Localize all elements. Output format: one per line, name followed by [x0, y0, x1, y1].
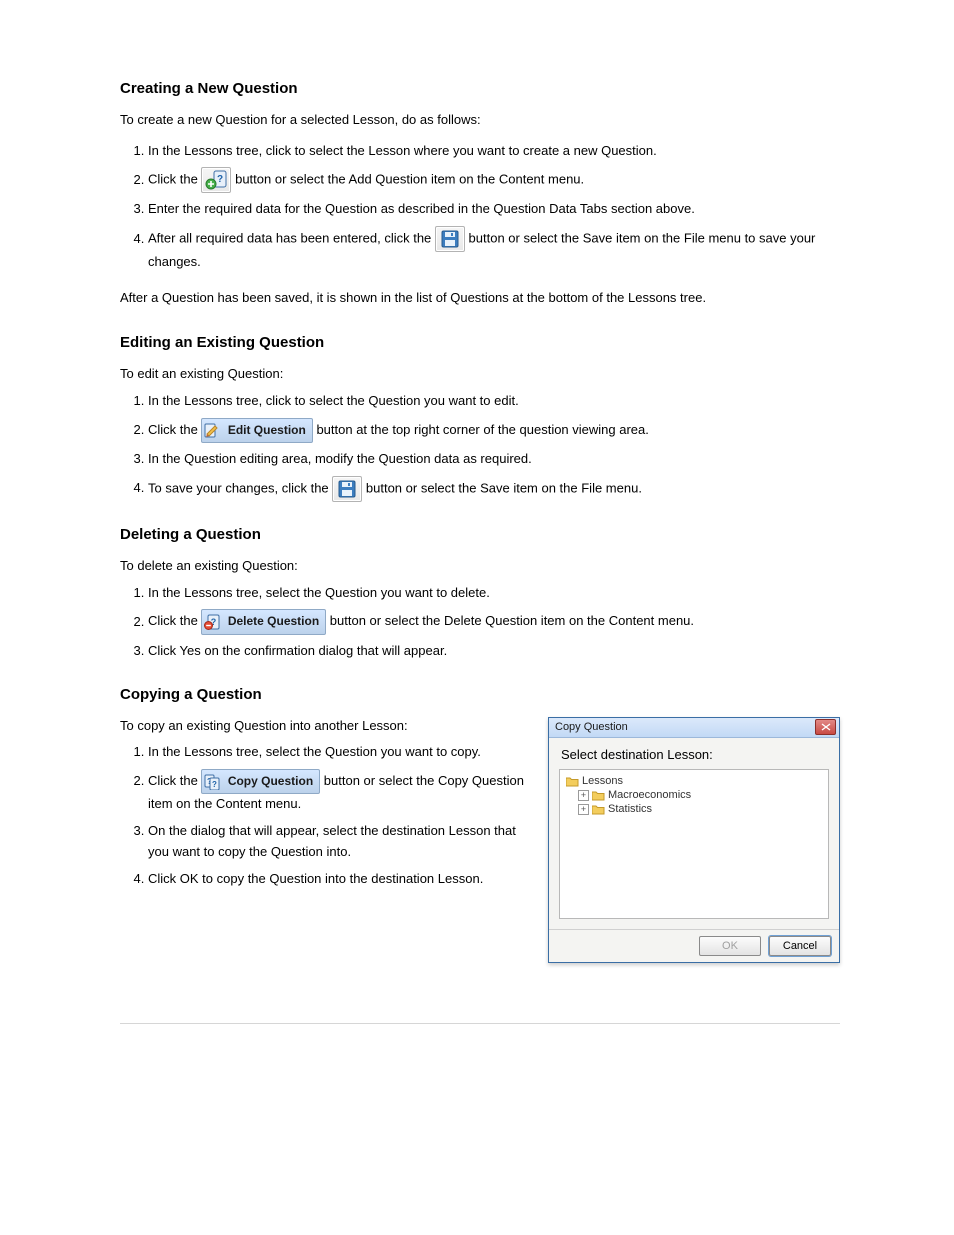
- intro-edit: To edit an existing Question:: [120, 365, 840, 383]
- list-item: On the dialog that will appear, select t…: [148, 821, 530, 863]
- expand-icon[interactable]: +: [578, 790, 589, 801]
- copy-question-icon: ? ?: [204, 774, 220, 790]
- note-create: After a Question has been saved, it is s…: [120, 289, 840, 307]
- dialog-cancel-button[interactable]: Cancel: [769, 936, 831, 956]
- list-item: Click the ? ? Copy Question butt: [148, 769, 530, 815]
- steps-edit: In the Lessons tree, click to select the…: [120, 391, 840, 502]
- tree-label: Statistics: [608, 803, 652, 815]
- dialog-ok-button[interactable]: OK: [699, 936, 761, 956]
- list-item: In the Lessons tree, select the Question…: [148, 583, 840, 604]
- tree-item[interactable]: + Statistics: [566, 802, 822, 816]
- delete-question-button-label: Delete Question: [228, 615, 319, 629]
- text: button or select the Add Question item o…: [235, 172, 584, 187]
- heading-create: Creating a New Question: [120, 80, 840, 97]
- list-item: Click the Edit Question button at the to…: [148, 418, 840, 443]
- dialog-titlebar: Copy Question: [549, 718, 839, 738]
- list-item: After all required data has been entered…: [148, 226, 840, 273]
- svg-text:?: ?: [217, 174, 223, 185]
- lesson-tree[interactable]: Lessons + Macroeconomics +: [559, 769, 829, 919]
- edit-question-button-label: Edit Question: [228, 423, 306, 437]
- heading-delete: Deleting a Question: [120, 526, 840, 543]
- delete-question-icon: ?: [204, 614, 220, 630]
- tree-label: Macroeconomics: [608, 789, 691, 801]
- list-item: Enter the required data for the Question…: [148, 199, 840, 220]
- list-item: In the Lessons tree, select the Question…: [148, 742, 530, 763]
- dialog-title: Copy Question: [555, 721, 628, 733]
- svg-text:?: ?: [213, 780, 218, 789]
- list-item: Click Yes on the confirmation dialog tha…: [148, 641, 840, 662]
- list-item: Click the ? Delete Question button or se…: [148, 609, 840, 634]
- steps-copy: In the Lessons tree, select the Question…: [120, 742, 530, 889]
- dialog-prompt: Select destination Lesson:: [561, 746, 829, 764]
- save-icon[interactable]: [435, 226, 465, 252]
- intro-create: To create a new Question for a selected …: [120, 111, 840, 129]
- text: After all required data has been entered…: [148, 231, 435, 246]
- heading-edit: Editing an Existing Question: [120, 334, 840, 351]
- list-item: In the Lessons tree, click to select the…: [148, 391, 840, 412]
- copy-question-button[interactable]: ? ? Copy Question: [201, 769, 320, 794]
- intro-copy: To copy an existing Question into anothe…: [120, 717, 530, 735]
- divider: [120, 1023, 840, 1024]
- intro-delete: To delete an existing Question:: [120, 557, 840, 575]
- save-icon[interactable]: [332, 476, 362, 502]
- text: Click the: [148, 773, 201, 788]
- expand-icon[interactable]: +: [578, 804, 589, 815]
- list-item: Click OK to copy the Question into the d…: [148, 869, 530, 890]
- list-item: In the Lessons tree, click to select the…: [148, 141, 840, 162]
- heading-copy: Copying a Question: [120, 686, 840, 703]
- list-item: In the Question editing area, modify the…: [148, 449, 840, 470]
- steps-delete: In the Lessons tree, select the Question…: [120, 583, 840, 662]
- text: Click the: [148, 614, 201, 629]
- folder-icon: [592, 790, 605, 801]
- list-item: Click the ? button or select the Add Que…: [148, 167, 840, 193]
- text: Click the: [148, 422, 201, 437]
- tree-label: Lessons: [582, 775, 623, 787]
- text: Click the: [148, 172, 201, 187]
- dialog-close-button[interactable]: [815, 719, 836, 735]
- add-question-icon[interactable]: ?: [201, 167, 231, 193]
- text: To save your changes, click the: [148, 480, 332, 495]
- steps-create: In the Lessons tree, click to select the…: [120, 141, 840, 273]
- list-item: To save your changes, click the button o…: [148, 476, 840, 502]
- tree-item[interactable]: + Macroeconomics: [566, 788, 822, 802]
- text: button at the top right corner of the qu…: [316, 422, 648, 437]
- edit-question-icon: [204, 423, 220, 439]
- text: button or select the Save item on the Fi…: [366, 480, 642, 495]
- close-icon: [821, 723, 831, 731]
- copy-question-dialog: Copy Question Select destination Lesson:: [548, 717, 840, 964]
- delete-question-button[interactable]: ? Delete Question: [201, 609, 326, 634]
- copy-question-button-label: Copy Question: [228, 774, 313, 788]
- folder-icon: [592, 804, 605, 815]
- text: button or select the Delete Question ite…: [330, 614, 694, 629]
- edit-question-button[interactable]: Edit Question: [201, 418, 312, 443]
- tree-root[interactable]: Lessons: [566, 774, 822, 788]
- folder-open-icon: [566, 776, 579, 787]
